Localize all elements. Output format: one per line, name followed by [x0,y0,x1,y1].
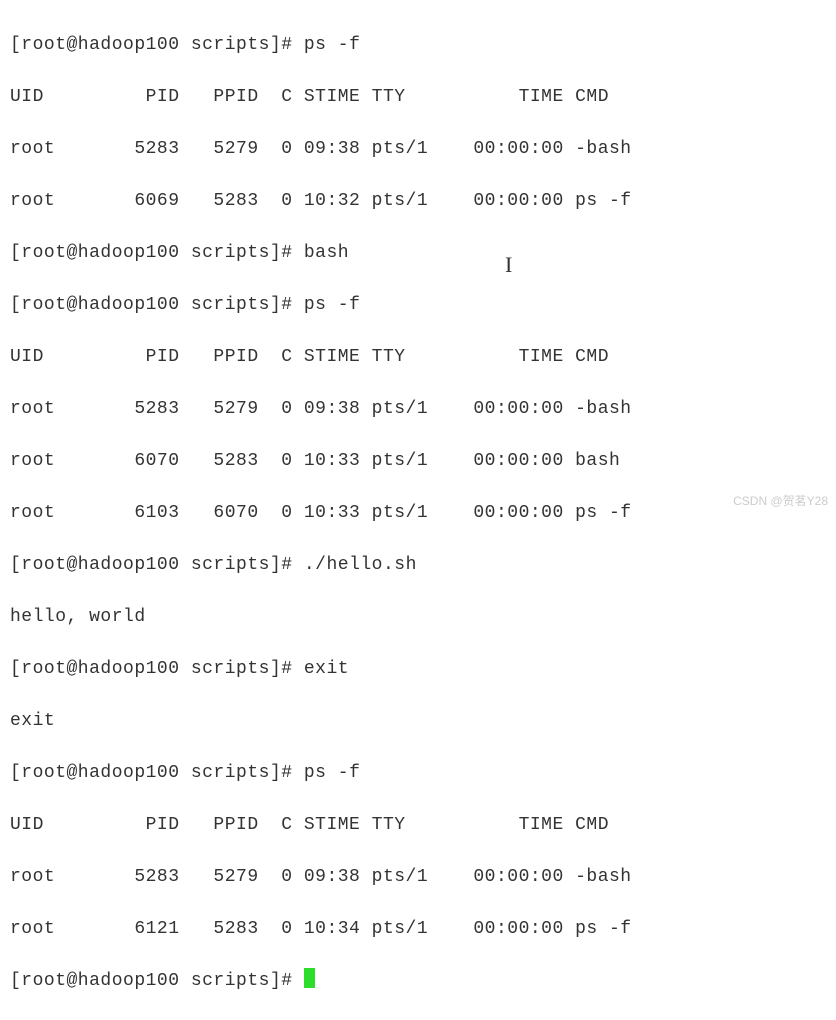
ps-header: UID PID PPID C STIME TTY TIME CMD [10,812,826,838]
table-row: root 5283 5279 0 09:38 pts/1 00:00:00 -b… [10,396,826,422]
prompt: [root@hadoop100 scripts]# [10,971,293,991]
watermark: CSDN @贺茗Y28 [733,488,828,514]
table-row: root 6070 5283 0 10:33 pts/1 00:00:00 ba… [10,448,826,474]
command-text: ps -f [304,295,361,315]
command-text: ps -f [304,763,361,783]
table-row: root 6069 5283 0 10:32 pts/1 00:00:00 ps… [10,188,826,214]
prompt: [root@hadoop100 scripts]# [10,763,293,783]
table-row: root 6103 6070 0 10:33 pts/1 00:00:00 ps… [10,500,826,526]
ps-header: UID PID PPID C STIME TTY TIME CMD [10,84,826,110]
output-line: exit [10,708,826,734]
prompt: [root@hadoop100 scripts]# [10,35,293,55]
cursor-block [304,968,315,988]
table-row: root 5283 5279 0 09:38 pts/1 00:00:00 -b… [10,864,826,890]
command-text: exit [304,659,349,679]
output-line: hello, world [10,604,826,630]
prompt: [root@hadoop100 scripts]# [10,295,293,315]
command-text: ./hello.sh [304,555,417,575]
prompt: [root@hadoop100 scripts]# [10,243,293,263]
table-row: root 5283 5279 0 09:38 pts/1 00:00:00 -b… [10,136,826,162]
ps-header: UID PID PPID C STIME TTY TIME CMD [10,344,826,370]
command-text: bash [304,243,349,263]
prompt: [root@hadoop100 scripts]# [10,659,293,679]
command-text: ps -f [304,35,361,55]
prompt: [root@hadoop100 scripts]# [10,555,293,575]
terminal-output[interactable]: [root@hadoop100 scripts]# ps -f UID PID … [10,6,826,1020]
table-row: root 6121 5283 0 10:34 pts/1 00:00:00 ps… [10,916,826,942]
